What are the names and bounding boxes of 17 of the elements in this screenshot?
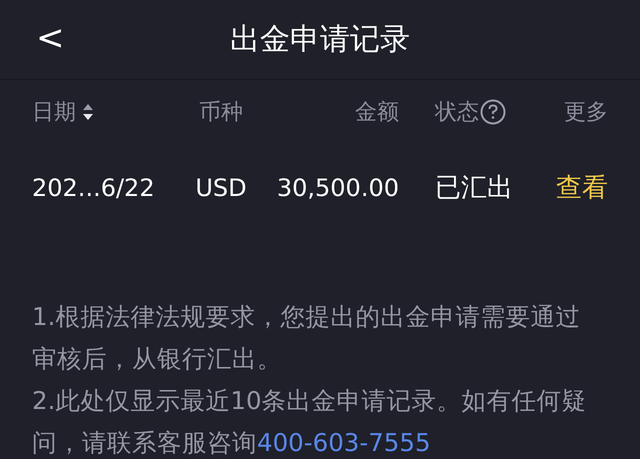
column-header: 状态: [435, 98, 479, 126]
currency-cell-text: USD: [194, 173, 248, 204]
view-link[interactable]: 查看: [556, 172, 608, 202]
amount-cell-text: 30,500.00: [276, 173, 399, 204]
phone-link[interactable]: 400-603-7555: [257, 428, 431, 457]
status-cell-text: 已汇出: [434, 172, 514, 204]
column-header: 金额: [355, 98, 399, 126]
back-button[interactable]: <: [26, 14, 74, 62]
date-cell-text: 202...6/22: [32, 173, 156, 204]
note-text: 2.此处仅显示最近10条出金申请记录。如有任何疑问，请联系客服咨询400-603-7555: [32, 385, 588, 459]
column-header: 更多: [564, 98, 608, 126]
column-header: 币种: [199, 98, 243, 126]
note-text: 1.根据法律法规要求，您提出的出金申请需要通过审核后，从银行汇出。: [32, 301, 582, 375]
help-icon[interactable]: [480, 99, 506, 125]
column-header[interactable]: 日期: [32, 96, 76, 128]
page-title: 出金申请记录: [230, 21, 410, 59]
sort-icon[interactable]: [82, 103, 94, 121]
